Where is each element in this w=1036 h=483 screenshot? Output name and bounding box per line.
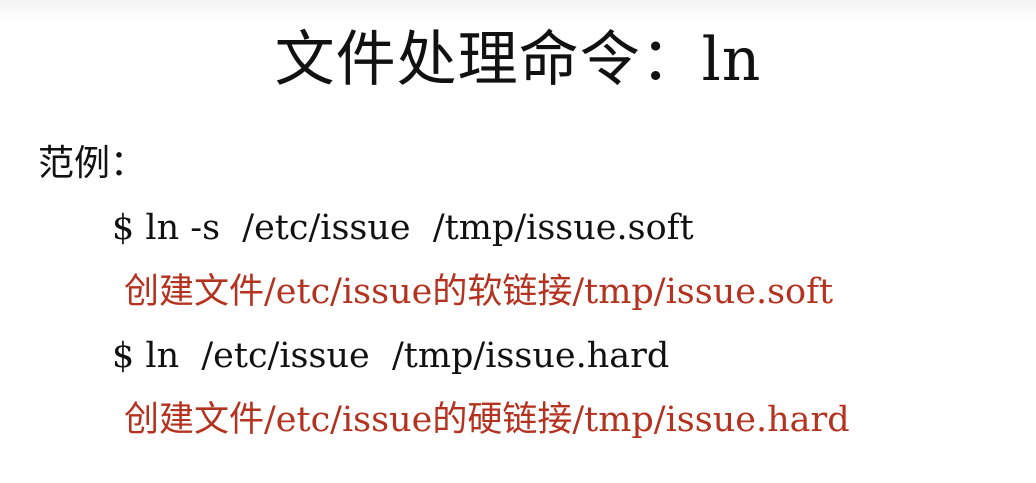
example-command-hard-link: $ ln /etc/issue /tmp/issue.hard: [112, 336, 670, 376]
section-label: 范例：: [38, 143, 147, 184]
example-description-hard-link: 创建文件/etc/issue的硬链接/tmp/issue.hard: [124, 400, 850, 440]
slide-title: 文件处理命令：ln: [274, 25, 762, 95]
example-description-soft-link: 创建文件/etc/issue的软链接/tmp/issue.soft: [124, 272, 834, 312]
slide: 文件处理命令：ln 范例： $ ln -s /etc/issue /tmp/is…: [0, 0, 1036, 483]
example-command-soft-link: $ ln -s /etc/issue /tmp/issue.soft: [112, 208, 694, 248]
